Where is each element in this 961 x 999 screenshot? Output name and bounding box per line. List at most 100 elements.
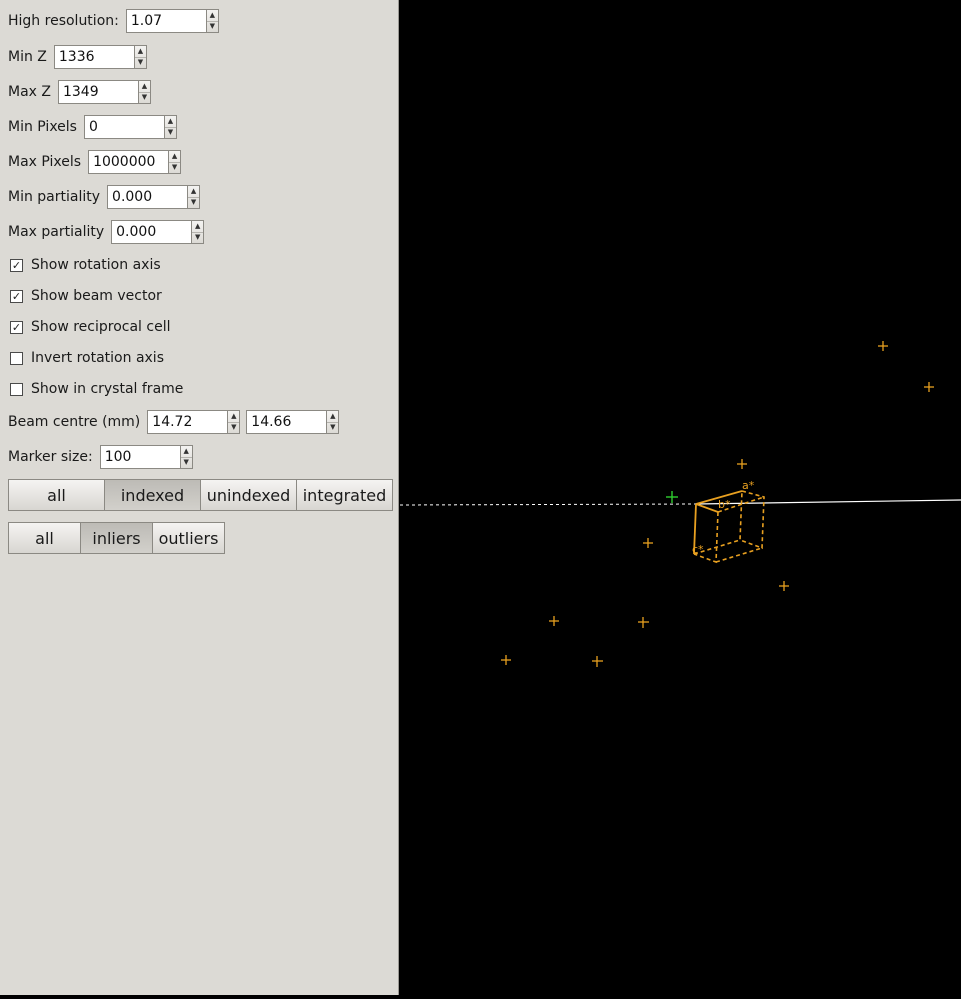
- reciprocal-lattice-viewer[interactable]: a* b* c*: [399, 0, 961, 995]
- outlier-inliers-button[interactable]: inliers: [80, 522, 153, 554]
- spin-up-icon[interactable]: ▲: [206, 10, 218, 22]
- cell-edge-dashed: [715, 547, 763, 563]
- marker-size-label: Marker size:: [8, 449, 93, 465]
- spin-up-icon[interactable]: ▲: [180, 446, 192, 458]
- spin-down-icon[interactable]: ▼: [135, 58, 146, 69]
- invert-rotation-axis-label: Invert rotation axis: [31, 350, 164, 366]
- min-pixels-label: Min Pixels: [8, 119, 77, 135]
- spin-down-icon[interactable]: ▼: [327, 423, 338, 434]
- beam-centre-y-input[interactable]: [246, 410, 327, 434]
- filter-unindexed-button[interactable]: unindexed: [200, 479, 297, 511]
- viewer-canvas[interactable]: a* b* c*: [399, 0, 961, 995]
- spin-up-icon[interactable]: ▲: [169, 151, 181, 163]
- checkbox-box[interactable]: [10, 351, 23, 365]
- rotation-axis-front: [695, 499, 961, 505]
- beam-centre-x-spinbox[interactable]: ▲▼: [147, 410, 241, 434]
- beam-centre-y-spinbox[interactable]: ▲▼: [246, 410, 340, 434]
- show-crystal-frame-label: Show in crystal frame: [31, 381, 184, 397]
- spot-marker: [924, 382, 934, 392]
- spin-up-icon[interactable]: ▲: [228, 411, 240, 423]
- cell-edge-b: [695, 503, 719, 513]
- cell-edge-dashed: [739, 490, 765, 550]
- spin-down-icon[interactable]: ▼: [192, 233, 203, 244]
- spin-down-icon[interactable]: ▼: [181, 458, 192, 469]
- spot-marker: [501, 655, 511, 665]
- outlier-all-button[interactable]: all: [8, 522, 81, 554]
- min-partiality-label: Min partiality: [8, 189, 101, 205]
- spin-down-icon[interactable]: ▼: [228, 423, 239, 434]
- spin-down-icon[interactable]: ▼: [169, 163, 180, 174]
- min-z-spinbox[interactable]: ▲▼: [53, 45, 147, 69]
- show-crystal-frame-checkbox[interactable]: Show in crystal frame: [10, 379, 183, 399]
- show-beam-vector-checkbox[interactable]: ✓ Show beam vector: [10, 286, 162, 306]
- max-z-input[interactable]: [57, 80, 138, 104]
- min-partiality-row: Min partiality ▲▼: [8, 185, 201, 209]
- show-reciprocal-cell-checkbox[interactable]: ✓ Show reciprocal cell: [10, 317, 170, 337]
- show-rotation-axis-checkbox[interactable]: ✓ Show rotation axis: [10, 255, 161, 275]
- show-beam-vector-label: Show beam vector: [31, 288, 162, 304]
- max-pixels-input[interactable]: [88, 150, 169, 174]
- spot-marker: [779, 581, 789, 591]
- min-z-label: Min Z: [8, 49, 47, 65]
- max-z-label: Max Z: [8, 84, 51, 100]
- min-pixels-input[interactable]: [83, 115, 164, 139]
- marker-size-input[interactable]: [99, 445, 180, 469]
- spin-up-icon[interactable]: ▲: [134, 46, 146, 58]
- beam-centre-x-input[interactable]: [147, 410, 228, 434]
- filter-indexed-button[interactable]: indexed: [104, 479, 201, 511]
- min-partiality-input[interactable]: [107, 185, 188, 209]
- spin-down-icon[interactable]: ▼: [165, 128, 176, 139]
- invert-rotation-axis-checkbox[interactable]: Invert rotation axis: [10, 348, 164, 368]
- max-partiality-input[interactable]: [111, 220, 192, 244]
- min-partiality-spinbox[interactable]: ▲▼: [107, 185, 201, 209]
- high-resolution-input[interactable]: [125, 9, 206, 33]
- spot-marker: [737, 459, 747, 469]
- spot-marker: [638, 617, 649, 628]
- spin-up-icon[interactable]: ▲: [327, 411, 339, 423]
- max-pixels-row: Max Pixels ▲▼: [8, 150, 182, 174]
- max-partiality-row: Max partiality ▲▼: [8, 220, 205, 244]
- spin-up-icon[interactable]: ▲: [138, 81, 150, 93]
- beam-centre-row: Beam centre (mm) ▲▼ ▲▼: [8, 410, 340, 434]
- filter-all-button[interactable]: all: [8, 479, 105, 511]
- spot-marker: [878, 341, 888, 351]
- min-pixels-spinbox[interactable]: ▲▼: [83, 115, 177, 139]
- cell-label-b: b*: [718, 498, 731, 511]
- show-reciprocal-cell-label: Show reciprocal cell: [31, 319, 171, 335]
- max-partiality-spinbox[interactable]: ▲▼: [111, 220, 205, 244]
- high-resolution-spinbox[interactable]: ▲▼: [125, 9, 219, 33]
- max-z-spinbox[interactable]: ▲▼: [57, 80, 151, 104]
- beam-centre-marker: [666, 491, 678, 503]
- checkbox-box[interactable]: ✓: [10, 258, 23, 272]
- checkbox-box[interactable]: ✓: [10, 289, 23, 303]
- checkbox-box[interactable]: ✓: [10, 320, 23, 334]
- max-z-row: Max Z ▲▼: [8, 80, 151, 104]
- cell-label-c: c*: [692, 543, 704, 556]
- spin-up-icon[interactable]: ▲: [164, 116, 176, 128]
- spot-marker: [643, 538, 653, 548]
- spin-down-icon[interactable]: ▼: [188, 198, 199, 209]
- reflection-filter-group: all indexed unindexed integrated: [8, 479, 393, 511]
- checkbox-box[interactable]: [10, 382, 23, 396]
- spin-down-icon[interactable]: ▼: [139, 93, 150, 104]
- spin-up-icon[interactable]: ▲: [192, 221, 204, 233]
- filter-integrated-button[interactable]: integrated: [296, 479, 393, 511]
- max-partiality-label: Max partiality: [8, 224, 105, 240]
- marker-size-row: Marker size: ▲▼: [8, 445, 193, 469]
- cell-label-a: a*: [742, 479, 755, 492]
- marker-size-spinbox[interactable]: ▲▼: [99, 445, 193, 469]
- high-resolution-label: High resolution:: [8, 13, 119, 29]
- max-pixels-spinbox[interactable]: ▲▼: [88, 150, 182, 174]
- min-pixels-row: Min Pixels ▲▼: [8, 115, 177, 139]
- outlier-filter-group: all inliers outliers: [8, 522, 225, 554]
- outlier-outliers-button[interactable]: outliers: [152, 522, 225, 554]
- spin-up-icon[interactable]: ▲: [188, 186, 200, 198]
- rotation-axis-back: [399, 503, 697, 506]
- control-panel: High resolution: ▲▼ Min Z ▲▼ Max Z ▲▼ Mi…: [0, 0, 399, 995]
- beam-centre-label: Beam centre (mm): [8, 414, 141, 430]
- spot-marker: [592, 656, 603, 667]
- spin-down-icon[interactable]: ▼: [207, 22, 218, 33]
- min-z-input[interactable]: [53, 45, 134, 69]
- show-rotation-axis-label: Show rotation axis: [31, 257, 161, 273]
- max-pixels-label: Max Pixels: [8, 154, 82, 170]
